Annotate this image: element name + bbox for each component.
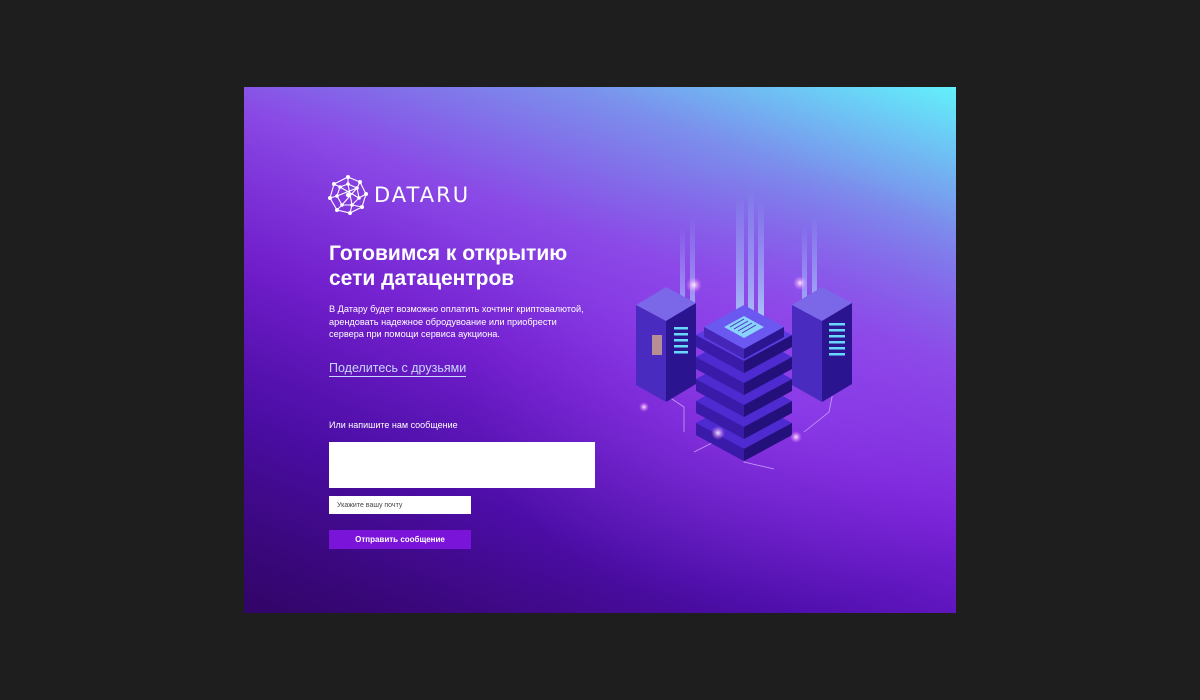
page-title: Готовимся к открытию сети датацентров: [329, 241, 609, 291]
send-message-button[interactable]: Отправить сообщение: [329, 530, 471, 549]
brand-name: DATARU: [374, 183, 471, 207]
email-field[interactable]: [329, 496, 471, 514]
headline-line-1: Готовимся к открытию: [329, 242, 568, 265]
landing-card: DATARU Готовимся к открытию сети датацен…: [244, 87, 956, 613]
message-textarea[interactable]: [329, 442, 595, 488]
isometric-datacenter-servers-icon: [636, 189, 852, 470]
headline-line-2: сети датацентров: [329, 267, 515, 290]
share-with-friends-link[interactable]: Поделитесь с друзьями: [329, 361, 467, 377]
message-form-label: Или напишите нам сообщение: [329, 420, 458, 430]
network-globe-icon: [328, 175, 368, 215]
brand-logo[interactable]: DATARU: [328, 175, 470, 215]
hero-description: В Датару будет возможно оплатить хочтинг…: [329, 304, 584, 339]
